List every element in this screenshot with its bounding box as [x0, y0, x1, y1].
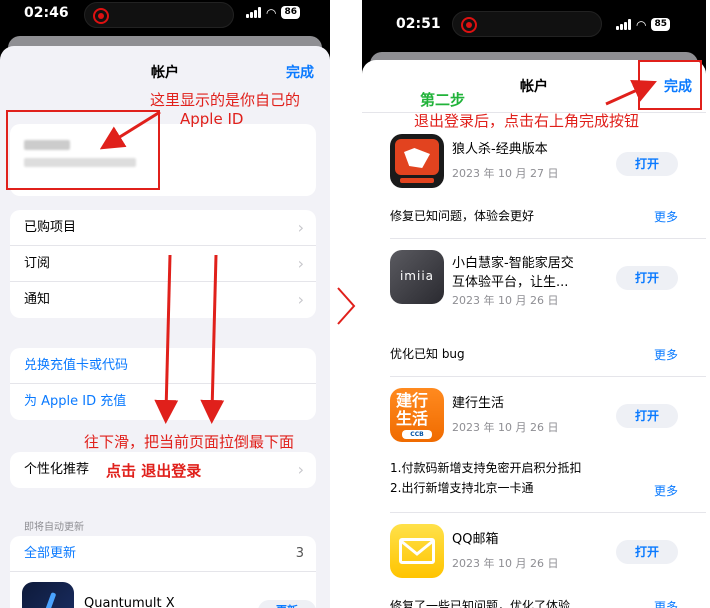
right-phone-screenshot: 02:51 ◠ 85 帐户 完成 狼人杀-经典版本 2023 年 10 月 27…: [362, 0, 706, 608]
scroll-down-arrow-1: [154, 254, 179, 424]
scroll-down-arrow-2: [200, 254, 225, 424]
annotation-click-logout: 点击 退出登录: [106, 462, 202, 480]
annotation-scroll-hint: 往下滑，把当前页面拉倒最下面: [84, 433, 295, 451]
annotation-step-label: 第二步: [420, 91, 466, 109]
arrow-to-apple-id: [99, 110, 161, 150]
arrow-to-done: [605, 79, 657, 106]
annotation-arrows: [605, 79, 657, 106]
annotation-arrows: [99, 110, 225, 424]
annotation-instruction: 退出登录后，点击右上角完成按钮: [414, 112, 640, 130]
chevron-right-icon: [337, 287, 356, 325]
left-phone-screenshot: 02:46 ◠ 86 帐户 完成 已购项目 › 订阅 › 通知 › 兑换充值卡或代码 …: [0, 0, 330, 608]
